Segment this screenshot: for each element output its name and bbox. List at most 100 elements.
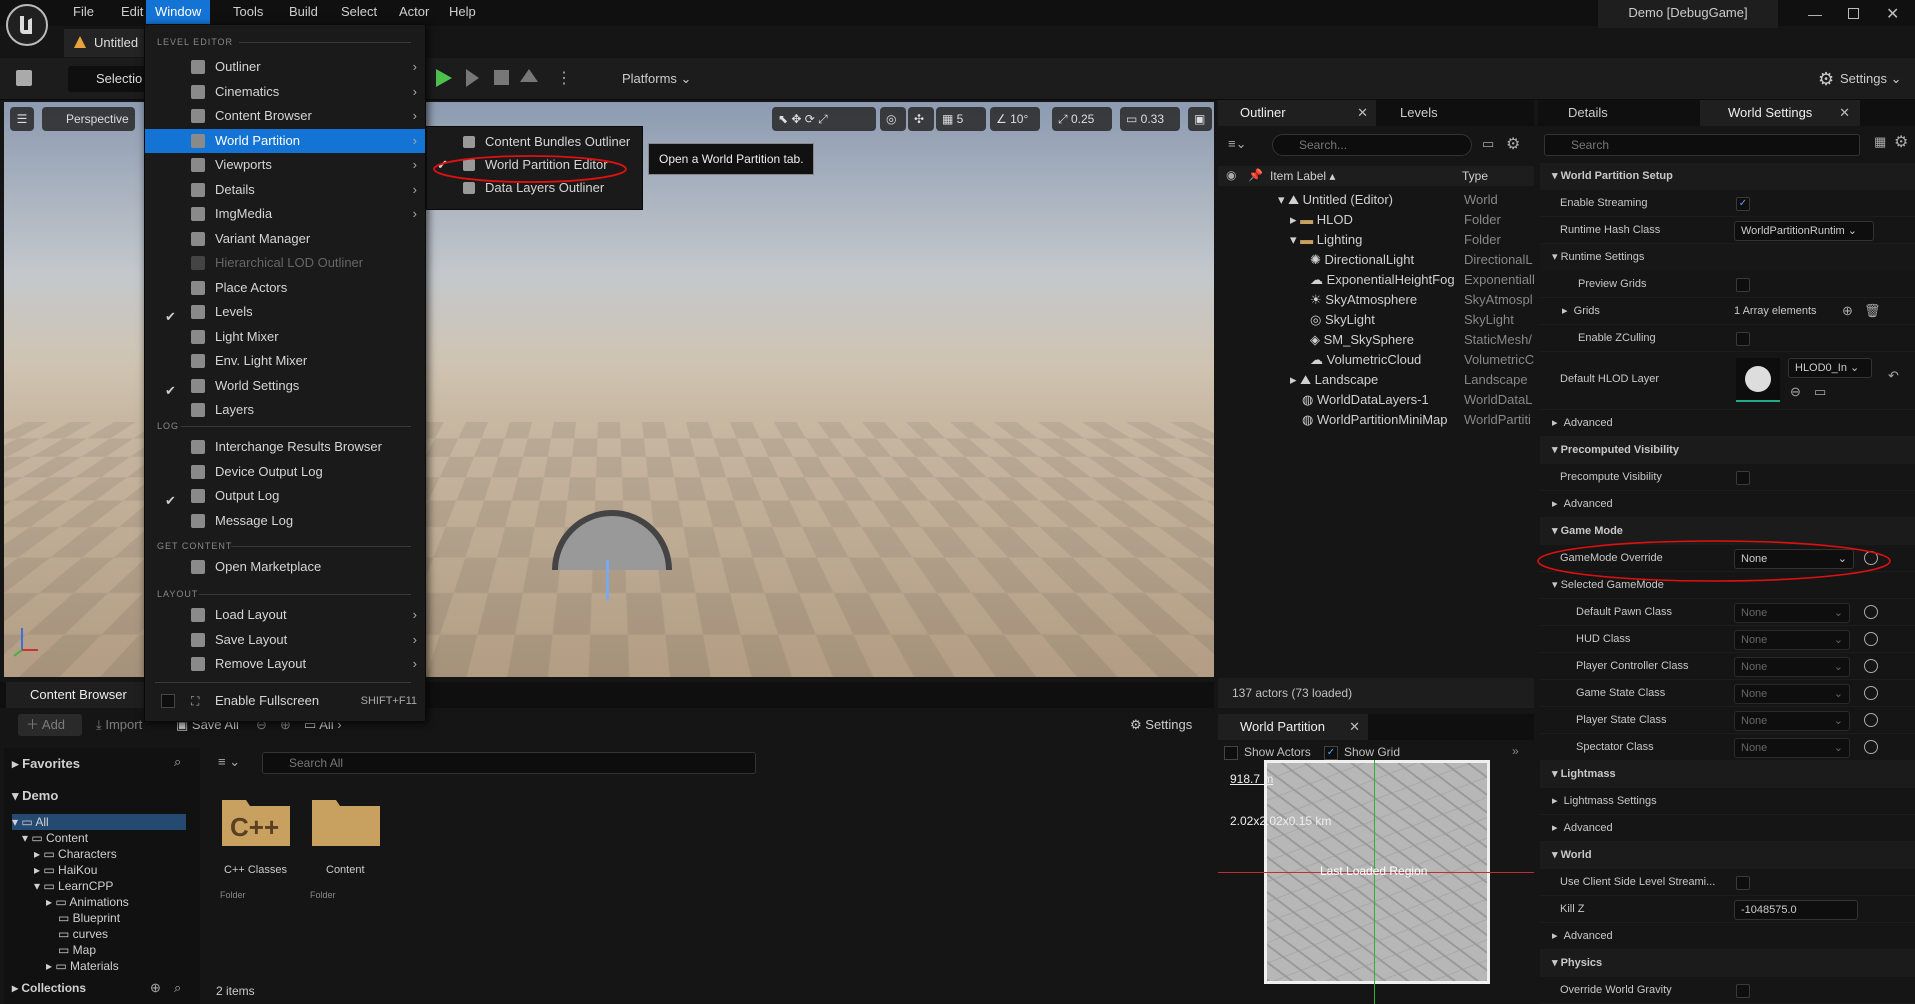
menu-item-message-log[interactable]: Message Log [145,509,425,533]
menu-item-env-light-mixer[interactable]: Env. Light Mixer [145,349,425,373]
menu-item-variant-manager[interactable]: Variant Manager [145,227,425,251]
add-collection-icon[interactable]: ⊕ [150,980,161,996]
menu-file[interactable]: File [64,0,103,24]
outliner-tab[interactable]: Outliner ✕ [1218,100,1376,126]
row-advanced-3[interactable]: ▸ Advanced [1540,815,1915,842]
precompute-visibility-checkbox[interactable] [1736,471,1750,485]
hlod-dropdown[interactable]: HLOD0_In ⌄ [1788,358,1872,378]
menu-item-layers[interactable]: Layers [145,398,425,422]
outliner-settings-icon[interactable]: ⚙ [1506,134,1520,154]
close-window-icon[interactable]: ✕ [1886,4,1899,24]
section-runtime-settings[interactable]: ▾ Runtime Settings [1540,244,1915,271]
hud-class-dropdown[interactable]: None ⌄ [1734,630,1850,650]
grid-snap-button[interactable]: ▦ 5 [936,107,986,131]
content-folder[interactable] [310,792,390,848]
viewport-menu-button[interactable]: ☰ [10,107,34,131]
tree-item-learncpp[interactable]: ▾ ▭ LearnCPP [34,878,113,894]
outliner-row[interactable]: ◎ SkyLight [1310,310,1375,330]
menu-select[interactable]: Select [332,0,386,24]
menu-item-cinematics[interactable]: Cinematics › [145,80,425,104]
details-view-icon[interactable]: ▦ [1874,134,1886,150]
levels-tab[interactable]: Levels [1378,100,1478,126]
default-pawn-dropdown[interactable]: None ⌄ [1734,603,1850,623]
minimize-icon[interactable]: — [1808,6,1824,22]
hlod-thumbnail[interactable] [1736,358,1780,402]
outliner-search-input[interactable]: Search... [1272,134,1472,156]
tree-item-haikou[interactable]: ▸ ▭ HaiKou [34,862,97,878]
outliner-row[interactable]: ☀ SkyAtmosphere [1310,290,1417,310]
menu-item-levels[interactable]: ✔ Levels [145,300,425,324]
col-type[interactable]: Type [1462,166,1488,186]
show-actors-checkbox[interactable] [1224,746,1238,760]
world-partition-tab[interactable]: World Partition ✕ [1218,714,1368,740]
wp-expand-icon[interactable]: » [1512,744,1519,758]
game-state-browse-icon[interactable] [1864,686,1878,700]
hlod-use-selected-icon[interactable]: ▭ [1814,384,1826,400]
world-settings-close-icon[interactable]: ✕ [1839,100,1850,126]
collections-search-icon[interactable]: ⌕ [174,980,181,996]
wp-close-icon[interactable]: ✕ [1349,714,1360,740]
favorites-search-icon[interactable]: ⌕ [174,754,181,770]
spectator-browse-icon[interactable] [1864,740,1878,754]
menu-actor[interactable]: Actor [390,0,438,24]
hud-browse-icon[interactable] [1864,632,1878,646]
toolbar-settings-button[interactable]: ⚙ Settings ⌄ [1818,66,1902,92]
runtime-hash-dropdown[interactable]: WorldPartitionRuntim ⌄ [1734,221,1874,241]
player-state-browse-icon[interactable] [1864,713,1878,727]
row-advanced-2[interactable]: ▸ Advanced [1540,491,1915,518]
menu-item-world-partition[interactable]: World Partition › [145,128,425,153]
surface-snap-icon[interactable]: ✣ [908,107,934,131]
section-physics[interactable]: ▾ Physics [1540,950,1915,977]
menu-tools[interactable]: Tools [224,0,272,24]
maximize-icon[interactable] [1848,8,1859,19]
grids-label[interactable]: ▸ Grids [1562,298,1600,325]
transform-tools[interactable]: ⬉ ✥ ⟳ ⤢ [772,107,876,131]
outliner-close-icon[interactable]: ✕ [1357,100,1368,126]
details-search-input[interactable]: Search [1544,134,1860,156]
menu-window[interactable]: Window [146,0,211,24]
row-advanced-4[interactable]: ▸ Advanced [1540,923,1915,950]
menu-item-details[interactable]: Details › [145,178,425,202]
menu-item-content-browser[interactable]: Content Browser › [145,104,425,128]
outliner-row[interactable]: ✺ DirectionalLight [1310,250,1414,270]
world-settings-tab[interactable]: World Settings ✕ [1700,100,1860,126]
visibility-icon[interactable]: ◉ [1226,168,1236,182]
hlod-browse-icon[interactable]: ⊖ [1790,384,1801,400]
tree-item-map[interactable]: ▭ Map [58,942,96,958]
viewport-layout-icon[interactable]: ▣ [1188,107,1212,131]
menu-item-save-layout[interactable]: Save Layout › [145,628,425,652]
menu-item-imgmedia[interactable]: ImgMedia › [145,202,425,226]
import-button[interactable]: ⤓ Import [96,714,142,736]
row-advanced-1[interactable]: ▸ Advanced [1540,410,1915,437]
override-gravity-checkbox[interactable] [1736,984,1750,998]
menu-build[interactable]: Build [280,0,327,24]
content-browser-tab[interactable]: Content Browser [6,682,146,708]
outliner-row[interactable]: ◍ WorldDataLayers-1 [1302,390,1429,410]
tree-item-content[interactable]: ▾ ▭ Content [22,830,88,846]
menu-item-enable-fullscreen[interactable]: ⛶ Enable Fullscreen SHIFT+F11 [145,689,425,713]
menu-item-open-marketplace[interactable]: Open Marketplace [145,555,425,579]
menu-item-world-settings[interactable]: ✔ World Settings [145,374,425,398]
content-settings-button[interactable]: ⚙ Settings [1130,714,1192,736]
menu-item-device-output-log[interactable]: Device Output Log [145,460,425,484]
outliner-row[interactable]: ▸ ⛰ Landscape [1290,370,1378,390]
tree-item-blueprint[interactable]: ▭ Blueprint [58,910,120,926]
save-icon[interactable] [16,70,32,86]
cpp-classes-folder[interactable]: C++ [220,792,300,848]
menu-item-load-layout[interactable]: Load Layout › [145,603,425,627]
enable-streaming-checkbox[interactable]: ✓ [1736,197,1750,211]
scale-snap-button[interactable]: ⤢ 0.25 [1052,107,1112,131]
details-tab[interactable]: Details [1538,100,1698,126]
fullscreen-checkbox[interactable] [161,694,175,708]
outliner-filter-icon[interactable]: ≡⌄ [1228,136,1246,152]
pin-icon[interactable]: 📌 [1248,168,1263,182]
submenu-item-content-bundles-outliner[interactable]: Content Bundles Outliner [427,131,642,153]
outliner-row[interactable]: ▾ ▬ Lighting [1290,230,1362,250]
menu-help[interactable]: Help [440,0,485,24]
new-folder-icon[interactable]: ▭ [1482,136,1494,152]
menu-item-remove-layout[interactable]: Remove Layout › [145,652,425,676]
content-search-input[interactable]: Search All [262,752,756,774]
menu-item-interchange-results-browser[interactable]: Interchange Results Browser [145,435,425,459]
unreal-logo-icon[interactable] [6,4,48,46]
menu-item-light-mixer[interactable]: Light Mixer [145,325,425,349]
